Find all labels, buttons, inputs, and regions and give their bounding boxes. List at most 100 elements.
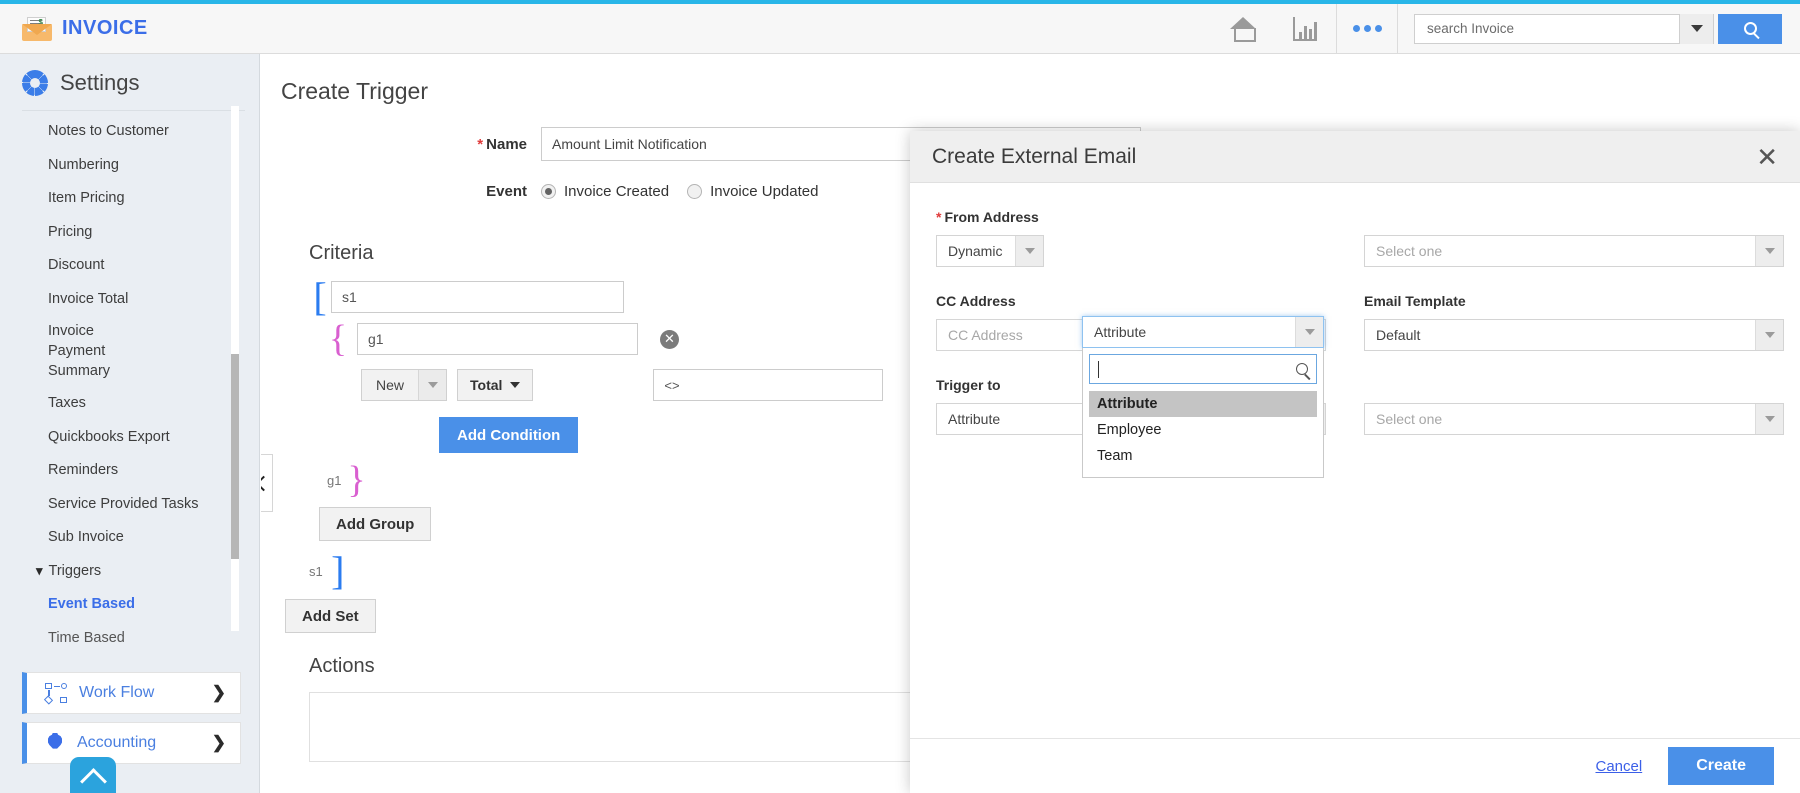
group-open-brace: {: [328, 317, 348, 360]
cancel-button[interactable]: Cancel: [1595, 758, 1642, 775]
chevron-down-icon: [1755, 236, 1783, 266]
from-source-select-trigger[interactable]: Attribute: [1082, 316, 1324, 348]
dropdown-option-employee[interactable]: Employee: [1089, 417, 1317, 443]
sidebar-item-event-based[interactable]: Event Based: [0, 588, 259, 622]
dropdown-option-team[interactable]: Team: [1089, 443, 1317, 469]
chevron-down-icon: [1295, 317, 1323, 347]
sidebar-item-reminders[interactable]: Reminders: [0, 454, 259, 488]
create-button[interactable]: Create: [1668, 747, 1774, 785]
sidebar-item-item-pricing[interactable]: Item Pricing: [0, 182, 259, 216]
condition-field-value: New: [362, 370, 419, 400]
radio-invoice-updated-label: Invoice Updated: [710, 183, 819, 200]
set-name-input[interactable]: [331, 281, 624, 313]
sidebar-nav-list: Notes to Customer Numbering Item Pricing…: [0, 111, 259, 656]
dropdown-option-attribute[interactable]: Attribute: [1089, 391, 1317, 417]
event-label: Event: [486, 183, 527, 200]
from-source-dropdown-open: Attribute Attribute Employee Team: [1082, 316, 1324, 478]
sidebar-item-triggers-label: Triggers: [48, 562, 102, 579]
sidebar-item-pricing[interactable]: Pricing: [0, 216, 259, 250]
email-template-select[interactable]: Default: [1364, 319, 1784, 351]
accounting-icon: [45, 733, 65, 753]
group-close-tag: g1: [327, 472, 342, 488]
condition-attribute-select[interactable]: Total: [457, 369, 534, 401]
from-address-value-placeholder: Select one: [1376, 243, 1443, 259]
text-cursor: [1098, 360, 1099, 378]
radio-invoice-updated[interactable]: Invoice Updated: [687, 183, 818, 200]
sidebar-item-service-provided-tasks[interactable]: Service Provided Tasks: [0, 488, 259, 522]
modal-body: *From Address Dynamic Attribute CC Addre…: [910, 183, 1800, 738]
close-icon[interactable]: ✕: [1756, 144, 1778, 170]
from-type-value: Dynamic: [948, 243, 1003, 259]
name-label-text: Name: [486, 135, 527, 153]
from-type-select[interactable]: Dynamic: [936, 235, 1044, 267]
sidebar-module-accounting-label: Accounting: [77, 733, 157, 751]
from-address-value-select[interactable]: Select one: [1364, 235, 1784, 267]
condition-operator-input[interactable]: <>: [653, 369, 884, 401]
sidebar-collapse-toggle[interactable]: [261, 454, 273, 512]
group-name-input[interactable]: [357, 323, 638, 355]
name-label: * Name: [261, 136, 541, 153]
modal-header: Create External Email ✕: [910, 131, 1800, 183]
sidebar-module-work-flow-label: Work Flow: [79, 683, 155, 701]
scroll-to-top-button[interactable]: [70, 757, 116, 793]
gear-icon: [22, 70, 48, 96]
workflow-icon: [43, 682, 67, 705]
sidebar-item-triggers[interactable]: ▾ Triggers: [0, 555, 259, 589]
bar-chart-icon[interactable]: [1274, 4, 1336, 54]
modal-footer: Cancel Create: [910, 738, 1800, 793]
event-radio-group: Invoice Created Invoice Updated: [541, 183, 818, 200]
search-icon: [1743, 22, 1757, 35]
add-group-button[interactable]: Add Group: [319, 507, 432, 542]
sidebar-header: Settings: [22, 54, 245, 111]
chevron-down-icon: ▾: [36, 562, 43, 578]
add-set-button[interactable]: Add Set: [285, 599, 376, 634]
sidebar-scrollbar-thumb[interactable]: [231, 354, 239, 559]
add-condition-button[interactable]: Add Condition: [439, 417, 579, 453]
more-dots-icon[interactable]: [1336, 3, 1398, 54]
sidebar-item-discount[interactable]: Discount: [0, 249, 259, 283]
settings-sidebar: Settings Notes to Customer Numbering Ite…: [0, 54, 260, 793]
name-required-marker: *: [477, 135, 484, 153]
chevron-down-icon: [1755, 320, 1783, 350]
sidebar-item-sub-invoice[interactable]: Sub Invoice: [0, 521, 259, 555]
email-template-value: Default: [1376, 327, 1421, 343]
sidebar-item-time-based[interactable]: Time Based: [0, 622, 259, 656]
sidebar-title: Settings: [60, 70, 140, 95]
set-close-bracket: ]: [331, 548, 345, 594]
from-source-selected-value: Attribute: [1094, 324, 1147, 340]
search-box[interactable]: [1414, 13, 1714, 44]
radio-invoice-created-label: Invoice Created: [564, 183, 670, 200]
condition-attribute-value: Total: [470, 377, 503, 393]
top-bar-actions: [1212, 3, 1800, 54]
condition-field-select[interactable]: New: [361, 369, 448, 401]
sidebar-module-accounting[interactable]: Accounting ❯: [22, 721, 241, 764]
dropdown-panel: Attribute Employee Team: [1082, 348, 1324, 478]
sidebar-item-quickbooks-export[interactable]: Quickbooks Export: [0, 421, 259, 455]
set-open-bracket: [: [313, 274, 327, 319]
home-icon[interactable]: [1212, 4, 1274, 54]
global-search: [1414, 13, 1782, 44]
sidebar-item-invoice-total[interactable]: Invoice Total: [0, 283, 259, 317]
chevron-down-icon: [1015, 236, 1043, 266]
sidebar-item-notes-to-customer[interactable]: Notes to Customer: [0, 115, 259, 149]
sidebar-item-invoice-payment-summary[interactable]: Invoice Payment Summary: [0, 316, 150, 387]
sidebar-item-numbering[interactable]: Numbering: [0, 149, 259, 183]
app-root: $ INVOICE search Invoice Settings Notes …: [0, 0, 1800, 793]
delete-circle-icon[interactable]: ✕: [660, 329, 679, 349]
search-input[interactable]: [1425, 15, 1680, 42]
from-address-controls: Dynamic Attribute: [936, 235, 1326, 267]
email-template-label: Email Template: [1364, 293, 1466, 309]
sidebar-item-taxes[interactable]: Taxes: [0, 387, 259, 421]
dropdown-option-list: Attribute Employee Team: [1089, 391, 1317, 469]
chevron-right-icon: ❯: [211, 682, 226, 702]
dropdown-search-box[interactable]: [1089, 354, 1317, 384]
sidebar-module-work-flow[interactable]: Work Flow ❯: [22, 671, 241, 714]
radio-invoice-created[interactable]: Invoice Created: [541, 183, 669, 200]
modal-right-column: Select one Email Template Default Select…: [1364, 209, 1784, 435]
search-submit-button[interactable]: [1718, 13, 1782, 44]
chevron-right-icon-2: ❯: [211, 732, 226, 752]
brand-logo[interactable]: $ INVOICE: [0, 16, 148, 41]
cc-address-label: CC Address: [936, 293, 1016, 309]
trigger-to-target-select[interactable]: Select one: [1364, 403, 1784, 435]
search-scope-chevron-down-icon[interactable]: [1679, 13, 1713, 44]
